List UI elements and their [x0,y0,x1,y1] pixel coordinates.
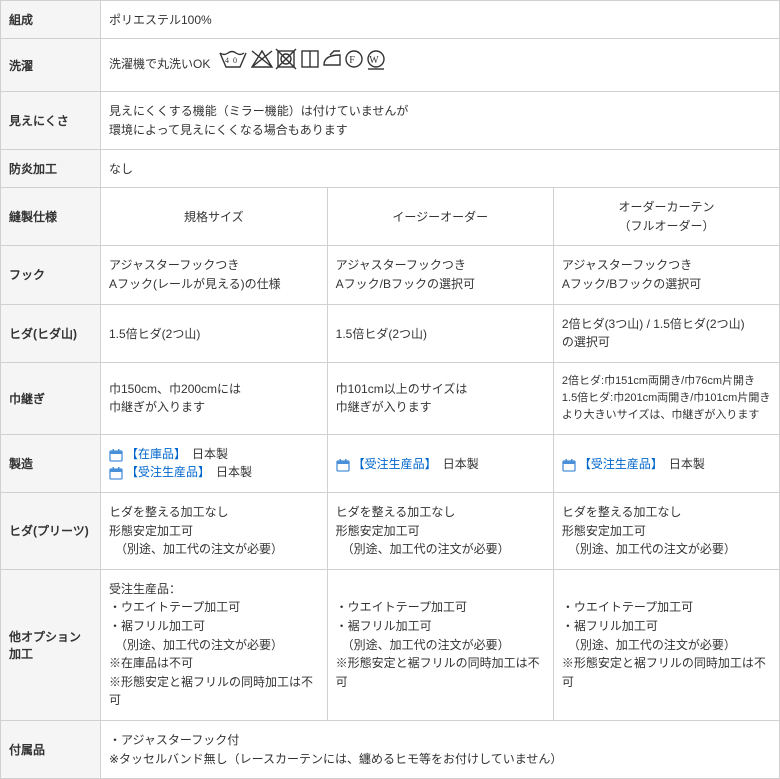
pleat-mt-c3: 2倍ヒダ(3つ山) / 1.5倍ヒダ(2つ山)の選択可 [553,304,779,362]
row-label-spec: 縫製仕様 [1,188,101,246]
seam-c2: 巾101cm以上のサイズは巾継ぎが入ります [327,362,553,434]
pleat-c1: ヒダを整える加工なし形態安定加工可 （別途、加工代の注文が必要） [101,493,328,570]
row-label-mfg: 製造 [1,434,101,492]
row-label-hook: フック [1,246,101,304]
row-label-seam: 巾継ぎ [1,362,101,434]
visibility-value: 見えにくくする機能（ミラー機能）は付けていませんが 環境によって見えにくくなる場… [101,92,780,150]
wash-value: 洗濯機で丸洗いOK 40 F W [101,39,780,92]
mfg-c1: 【在庫品】 日本製 【受注生産品】 日本製 [101,434,328,492]
svg-text:W: W [369,55,382,66]
pleat-c3: ヒダを整える加工なし形態安定加工可 （別途、加工代の注文が必要） [553,493,779,570]
acc-value: ・アジャスターフック付 ※タッセルバンド無し（レースカーテンには、纏めるヒモ等を… [101,721,780,779]
spec-table: 組成 ポリエステル100% 洗濯 洗濯機で丸洗いOK 40 [0,0,780,779]
acc-l2: ※タッセルバンド無し（レースカーテンには、纏めるヒモ等をお付けしていません） [109,752,562,766]
row-label-acc: 付属品 [1,721,101,779]
col-head-full: オーダーカーテン （フルオーダー） [553,188,779,246]
svg-text:40: 40 [225,56,241,65]
flame-value: なし [101,150,780,188]
option-c3: ・ウエイトテープ加工可 ・裾フリル加工可 （別途、加工代の注文が必要） ※形態安… [553,569,779,720]
row-label-composition: 組成 [1,1,101,39]
visibility-l1: 見えにくくする機能（ミラー機能）は付けていませんが [109,104,408,118]
option-c2: ・ウエイトテープ加工可 ・裾フリル加工可 （別途、加工代の注文が必要） ※形態安… [327,569,553,720]
row-label-pleat-mt: ヒダ(ヒダ山) [1,304,101,362]
row-label-pleat: ヒダ(プリーツ) [1,493,101,570]
seam-c3: 2倍ヒダ:巾151cm両開き/巾76cm片開き1.5倍ヒダ:巾201cm両開き/… [553,362,779,434]
col-head-easy: イージーオーダー [327,188,553,246]
care-symbols-icon: 40 F W [218,47,418,79]
col-head-standard: 規格サイズ [101,188,328,246]
hook-c2: アジャスターフックつきAフック/Bフックの選択可 [327,246,553,304]
pleat-mt-c2: 1.5倍ヒダ(2つ山) [327,304,553,362]
svg-text:F: F [349,55,359,66]
composition-value: ポリエステル100% [101,1,780,39]
row-label-wash: 洗濯 [1,39,101,92]
hook-c1: アジャスターフックつきAフック(レールが見える)の仕様 [101,246,328,304]
pleat-c2: ヒダを整える加工なし形態安定加工可 （別途、加工代の注文が必要） [327,493,553,570]
row-label-visibility: 見えにくさ [1,92,101,150]
col-head-full-l2: （フルオーダー） [618,219,714,233]
order-link[interactable]: 【受注生産品】 [579,457,657,471]
mfg-c2: 【受注生産品】 日本製 [327,434,553,492]
visibility-l2: 環境によって見えにくくなる場合もあります [109,123,348,137]
order-link[interactable]: 【受注生産品】 [126,465,204,479]
acc-l1: ・アジャスターフック付 [109,733,239,747]
option-c1: 受注生産品： ・ウエイトテープ加工可 ・裾フリル加工可 （別途、加工代の注文が必… [101,569,328,720]
pleat-mt-c1: 1.5倍ヒダ(2つ山) [101,304,328,362]
calendar-icon [336,458,350,472]
row-label-option: 他オプション加工 [1,569,101,720]
col-head-full-l1: オーダーカーテン [618,200,714,214]
order-link[interactable]: 【受注生産品】 [353,457,431,471]
calendar-icon [562,458,576,472]
seam-c1: 巾150cm、巾200cmには巾継ぎが入ります [101,362,328,434]
hook-c3: アジャスターフックつきAフック/Bフックの選択可 [553,246,779,304]
calendar-icon [109,466,123,480]
wash-text: 洗濯機で丸洗いOK [109,57,210,71]
mfg-c3: 【受注生産品】 日本製 [553,434,779,492]
stock-link[interactable]: 【在庫品】 [126,447,180,461]
row-label-flame: 防炎加工 [1,150,101,188]
calendar-icon [109,448,123,462]
